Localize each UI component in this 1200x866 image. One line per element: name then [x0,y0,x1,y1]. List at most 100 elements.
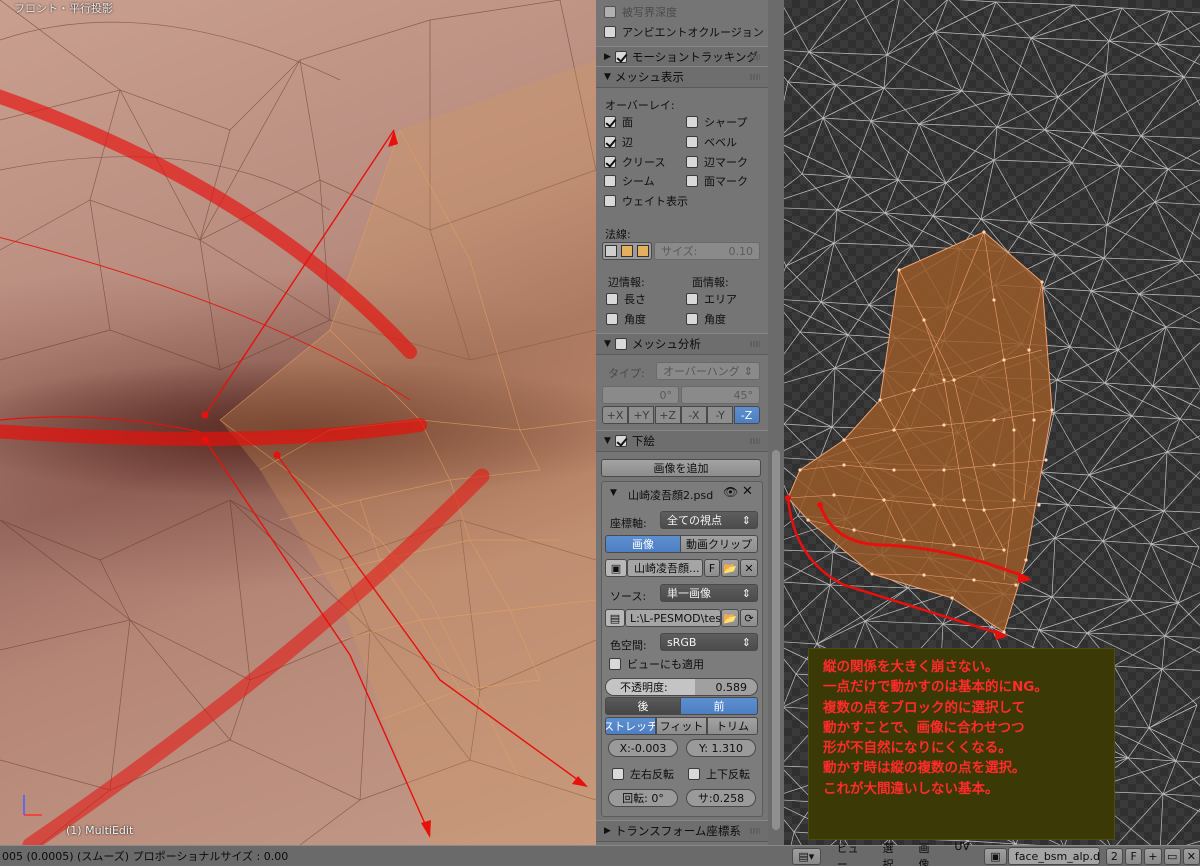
overlay-checkbox[interactable] [686,116,698,128]
overlay-option[interactable]: ベベル [686,133,768,151]
min-angle-field[interactable]: 0° [602,386,679,404]
back-button[interactable]: 後 [605,697,681,715]
background-images-checkbox[interactable] [614,435,627,447]
flip-v-checkbox[interactable] [688,768,700,780]
view-transform-row[interactable]: ビューにも適用 [609,656,704,672]
mesh-analysis-checkbox[interactable] [614,338,627,350]
face-normal-icon[interactable] [637,245,649,257]
axis-button[interactable]: -Y [707,406,734,424]
fake-user-button[interactable]: F [704,559,720,577]
flip-h-row[interactable]: 左右反転 [612,766,674,782]
flip-v-row[interactable]: 上下反転 [688,766,750,782]
info-checkbox[interactable] [686,313,698,325]
fit-mode-button[interactable]: トリム [707,717,758,735]
axis-button[interactable]: -X [680,406,707,424]
normals-type-buttons[interactable] [602,242,652,260]
uv-menu-item[interactable]: 画像 [918,840,938,866]
scale-field[interactable]: サ:0.258 [686,789,756,807]
overlay-option[interactable]: 辺 [604,133,694,151]
axis-button[interactable]: -Z [733,406,760,424]
image-browse-icon[interactable]: ▣ [605,559,627,577]
transform-orientation-header[interactable]: ▶ トランスフォーム座標系 [596,820,768,842]
new-image-icon[interactable]: + [1144,847,1162,865]
uv-menu-item[interactable]: UV [954,840,970,866]
tab-image[interactable]: 画像 [605,535,681,553]
mesh-display-header[interactable]: ▼ メッシュ表示 [596,66,768,88]
add-image-button[interactable]: 画像を追加 [601,459,761,477]
mesh-analysis-header[interactable]: ▼ メッシュ分析 [596,333,768,355]
overlay-checkbox[interactable] [604,155,616,168]
overlay-option[interactable]: シャープ [686,113,768,131]
drag-grip-icon[interactable] [750,341,760,347]
opacity-slider[interactable]: 不透明度: 0.589 [605,678,758,696]
source-select[interactable]: 単一画像 ⇕ [660,584,758,602]
overlay-option[interactable]: シーム [604,172,694,190]
drag-grip-icon[interactable] [750,828,760,834]
users-count[interactable]: 2 [1105,847,1124,865]
view-transform-checkbox[interactable] [609,658,621,670]
open-folder-icon[interactable]: 📂 [721,559,739,577]
image-browse-icon[interactable]: ▣ [983,847,1007,865]
open-image-icon[interactable]: ▭ [1163,847,1181,865]
edge-info-option[interactable]: 角度 [606,310,686,328]
split-normal-icon[interactable] [621,245,633,257]
uv-image-name-field[interactable]: face_bsm_alp.dds [1007,847,1100,865]
eye-icon[interactable]: 👁 [723,485,738,499]
ao-checkbox[interactable] [604,26,616,38]
scrollbar-thumb[interactable] [772,450,780,830]
axis-select[interactable]: 全ての視点 ⇕ [660,511,758,529]
normal-size-field[interactable]: サイズ: 0.10 [654,242,760,260]
motion-tracking-header[interactable]: ▶ モーショントラッキング [596,46,768,68]
fit-mode-button[interactable]: ストレッチ [605,717,656,735]
fake-user-toggle[interactable]: F [1125,847,1143,865]
overlay-checkbox[interactable] [686,135,698,148]
rotation-field[interactable]: 回転: 0° [608,789,678,807]
fit-mode-button[interactable]: フィット [656,717,707,735]
info-checkbox[interactable] [686,293,698,305]
overlay-checkbox[interactable] [686,155,698,168]
uv-menu-item[interactable]: ビュー [837,840,867,866]
info-checkbox[interactable] [606,293,618,305]
drag-grip-icon[interactable] [750,438,760,444]
overlay-checkbox[interactable] [604,195,616,208]
unlink-x-icon[interactable]: ✕ [740,559,758,577]
filepath-field[interactable]: L:\L-PESMOD\testf... [625,609,721,627]
info-checkbox[interactable] [606,313,618,325]
face-info-option[interactable]: 角度 [686,310,766,328]
editor-type-icon[interactable]: ▤▾ [792,847,821,865]
file-browse-icon[interactable]: ▤ [605,609,625,627]
overlay-option[interactable]: クリース [604,153,694,171]
motion-tracking-checkbox[interactable] [614,51,627,63]
flip-h-checkbox[interactable] [612,768,624,780]
dof-checkbox[interactable] [604,6,616,18]
max-angle-field[interactable]: 45° [681,386,760,404]
reload-icon[interactable]: ⟳ [740,609,758,627]
analysis-type-select[interactable]: オーバーハング ⇕ [656,362,760,380]
tab-movie-clip[interactable]: 動画クリップ [680,535,758,553]
overlay-checkbox[interactable] [604,116,616,128]
edge-info-option[interactable]: 長さ [606,290,686,308]
background-images-header[interactable]: ▼ 下絵 [596,430,768,452]
axis-button[interactable]: +X [602,406,628,424]
axis-button[interactable]: +Z [654,406,681,424]
overlay-checkbox[interactable] [604,135,616,148]
expanded-triangle-icon[interactable]: ▼ [610,488,617,498]
overlay-option[interactable]: 面マーク [686,172,768,190]
overlay-checkbox[interactable] [686,175,698,188]
overlay-option[interactable]: 辺マーク [686,153,768,171]
dof-row[interactable]: 被写界深度 [596,2,768,22]
front-button[interactable]: 前 [680,697,758,715]
overlay-checkbox[interactable] [604,175,616,188]
axis-button[interactable]: +Y [628,406,655,424]
offset-x-field[interactable]: X:-0.003 [608,739,678,757]
unlink-x-icon[interactable]: ✕ [1182,847,1200,865]
overlay-option[interactable]: 面 [604,113,694,131]
ao-row[interactable]: アンビエントオクルージョン [596,22,768,42]
drag-grip-icon[interactable] [750,74,760,80]
folder-icon[interactable]: 📂 [721,609,739,627]
uv-menu-item[interactable]: 選択 [883,840,903,866]
remove-x-icon[interactable]: ✕ [742,484,753,499]
overlay-option[interactable]: ウェイト表示 [604,192,694,210]
vertex-normal-icon[interactable] [605,245,617,257]
drag-grip-icon[interactable] [750,54,760,60]
